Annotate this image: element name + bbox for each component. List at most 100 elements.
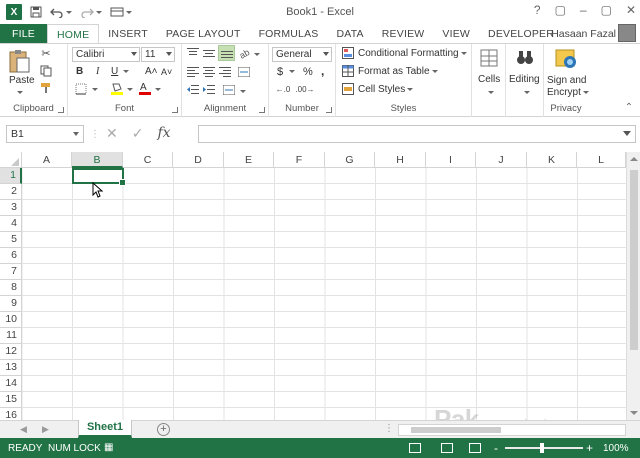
- comma-style-button[interactable]: ,: [321, 64, 324, 78]
- row-header-15[interactable]: 15: [0, 392, 22, 408]
- column-header-d[interactable]: D: [173, 152, 224, 168]
- redo-icon[interactable]: [80, 6, 102, 18]
- column-header-f[interactable]: F: [274, 152, 325, 168]
- close-icon[interactable]: ✕: [626, 3, 636, 17]
- font-family-select[interactable]: Calibri: [72, 47, 140, 62]
- undo-icon[interactable]: [50, 6, 72, 18]
- row-header-16[interactable]: 16: [0, 408, 22, 420]
- collapse-ribbon-icon[interactable]: ⌃: [624, 102, 634, 113]
- row-header-13[interactable]: 13: [0, 360, 22, 376]
- binoculars-icon[interactable]: [516, 49, 534, 67]
- bold-button[interactable]: B: [76, 66, 83, 77]
- formula-input[interactable]: [198, 125, 636, 143]
- macro-record-icon[interactable]: ▦: [104, 442, 113, 453]
- tab-data[interactable]: DATA: [328, 24, 373, 43]
- avatar[interactable]: [618, 24, 636, 42]
- column-header-a[interactable]: A: [22, 152, 72, 168]
- cells-icon[interactable]: [480, 49, 498, 67]
- vertical-scrollbar[interactable]: [626, 152, 640, 420]
- maximize-icon[interactable]: ▢: [601, 3, 612, 17]
- font-color-icon[interactable]: A: [138, 81, 152, 95]
- number-launcher-icon[interactable]: [326, 107, 332, 113]
- wrap-text-icon[interactable]: [237, 66, 251, 78]
- tab-home[interactable]: HOME: [46, 24, 100, 44]
- zoom-level[interactable]: 100%: [603, 443, 629, 454]
- orientation-icon[interactable]: ab: [237, 47, 251, 59]
- normal-view-icon[interactable]: [409, 443, 421, 453]
- increase-indent-icon[interactable]: [202, 84, 216, 96]
- align-bottom-icon[interactable]: [218, 45, 235, 61]
- row-header-5[interactable]: 5: [0, 232, 22, 248]
- insert-function-button[interactable]: fx: [157, 125, 170, 142]
- row-header-4[interactable]: 4: [0, 216, 22, 232]
- font-launcher-icon[interactable]: [172, 107, 178, 113]
- row-header-11[interactable]: 11: [0, 328, 22, 344]
- accounting-format-button[interactable]: $: [277, 66, 283, 78]
- grow-font-button[interactable]: A˄: [145, 66, 158, 77]
- row-header-8[interactable]: 8: [0, 280, 22, 296]
- number-format-select[interactable]: General: [272, 47, 332, 62]
- tab-review[interactable]: REVIEW: [373, 24, 434, 43]
- cancel-icon[interactable]: ✕: [106, 125, 118, 142]
- sign-encrypt-button[interactable]: Encrypt: [547, 87, 589, 98]
- row-header-3[interactable]: 3: [0, 200, 22, 216]
- save-icon[interactable]: [30, 6, 42, 18]
- merge-center-icon[interactable]: [222, 84, 236, 96]
- row-header-12[interactable]: 12: [0, 344, 22, 360]
- borders-icon[interactable]: [74, 83, 88, 95]
- copy-icon[interactable]: [40, 65, 52, 77]
- clipboard-launcher-icon[interactable]: [58, 107, 64, 113]
- column-header-j[interactable]: J: [476, 152, 527, 168]
- tab-splitter-icon[interactable]: ⋮: [384, 423, 394, 434]
- underline-button[interactable]: U: [111, 66, 118, 77]
- editing-button[interactable]: Editing: [509, 74, 540, 85]
- zoom-slider-thumb[interactable]: [540, 443, 544, 453]
- page-layout-view-icon[interactable]: [441, 443, 453, 453]
- row-header-7[interactable]: 7: [0, 264, 22, 280]
- align-center-icon[interactable]: [202, 66, 216, 78]
- shrink-font-button[interactable]: A˅: [161, 67, 172, 77]
- tab-file[interactable]: FILE: [0, 24, 47, 43]
- italic-button[interactable]: I: [96, 66, 99, 77]
- help-icon[interactable]: ?: [534, 3, 541, 17]
- paste-button[interactable]: Paste: [9, 75, 35, 86]
- cell-styles-button[interactable]: Cell Styles: [358, 84, 414, 95]
- name-box[interactable]: B1: [6, 125, 84, 143]
- column-header-g[interactable]: G: [325, 152, 375, 168]
- align-left-icon[interactable]: [186, 66, 200, 78]
- zoom-out-button[interactable]: -: [494, 441, 498, 455]
- column-header-b[interactable]: B: [72, 152, 123, 168]
- column-header-e[interactable]: E: [224, 152, 274, 168]
- align-top-icon[interactable]: [186, 47, 200, 59]
- tab-page-layout[interactable]: PAGE LAYOUT: [157, 24, 250, 43]
- column-header-c[interactable]: C: [123, 152, 173, 168]
- sheet-tab-sheet1[interactable]: Sheet1: [78, 420, 132, 438]
- sign-encrypt-label-1[interactable]: Sign and: [547, 75, 586, 86]
- tab-insert[interactable]: INSERT: [99, 24, 157, 43]
- column-header-k[interactable]: K: [527, 152, 577, 168]
- horizontal-scrollbar[interactable]: [398, 424, 626, 436]
- fill-color-icon[interactable]: [110, 82, 124, 95]
- column-header-h[interactable]: H: [375, 152, 426, 168]
- user-name[interactable]: Hasaan Fazal: [551, 28, 616, 40]
- row-header-10[interactable]: 10: [0, 312, 22, 328]
- font-size-select[interactable]: 11: [141, 47, 175, 62]
- prev-sheet-icon[interactable]: ◀: [20, 424, 27, 435]
- row-header-14[interactable]: 14: [0, 376, 22, 392]
- tab-view[interactable]: VIEW: [433, 24, 479, 43]
- conditional-formatting-button[interactable]: Conditional Formatting: [358, 48, 467, 59]
- column-header-l[interactable]: L: [577, 152, 626, 168]
- paste-icon[interactable]: [6, 48, 32, 74]
- row-header-1[interactable]: 1: [0, 168, 22, 184]
- enter-icon[interactable]: ✓: [132, 125, 144, 142]
- select-all-button[interactable]: [0, 152, 22, 168]
- zoom-slider[interactable]: [505, 447, 583, 449]
- minimize-icon[interactable]: –: [580, 3, 587, 17]
- percent-style-button[interactable]: %: [303, 66, 313, 78]
- alignment-launcher-icon[interactable]: [259, 107, 265, 113]
- row-header-2[interactable]: 2: [0, 184, 22, 200]
- row-header-9[interactable]: 9: [0, 296, 22, 312]
- decrease-indent-icon[interactable]: [186, 84, 200, 96]
- sign-encrypt-icon[interactable]: [554, 46, 578, 70]
- align-middle-icon[interactable]: [202, 47, 216, 59]
